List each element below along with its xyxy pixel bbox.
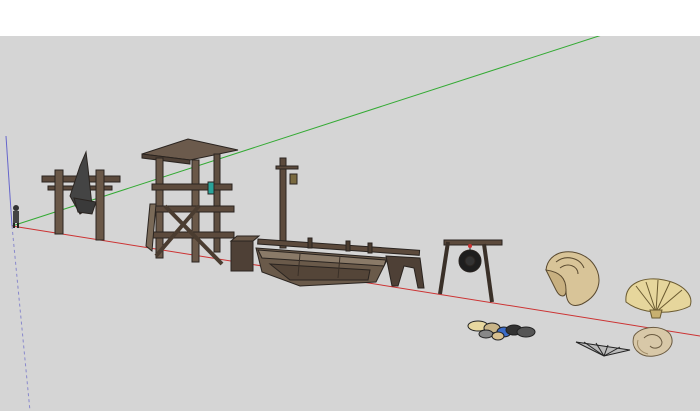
pebbles-icon[interactable] [467, 320, 536, 341]
torii-gate-icon[interactable] [41, 150, 121, 241]
blue-axis-dashed [11, 225, 31, 411]
scene-svg[interactable] [0, 36, 700, 411]
crate-icon[interactable] [229, 235, 261, 272]
top-margin [0, 0, 700, 36]
snail-shell-icon[interactable] [632, 327, 673, 357]
conch-shell-icon[interactable] [545, 251, 600, 306]
rowboat-icon[interactable] [255, 247, 389, 287]
lamp-post-icon[interactable] [275, 157, 299, 249]
sketchup-viewport[interactable] [0, 0, 700, 413]
gong-icon[interactable] [438, 239, 503, 303]
blue-axis [5, 135, 13, 227]
fan-shell-icon[interactable] [575, 341, 631, 357]
model-canvas[interactable] [0, 36, 700, 411]
scallop-shell-icon[interactable] [625, 278, 692, 319]
